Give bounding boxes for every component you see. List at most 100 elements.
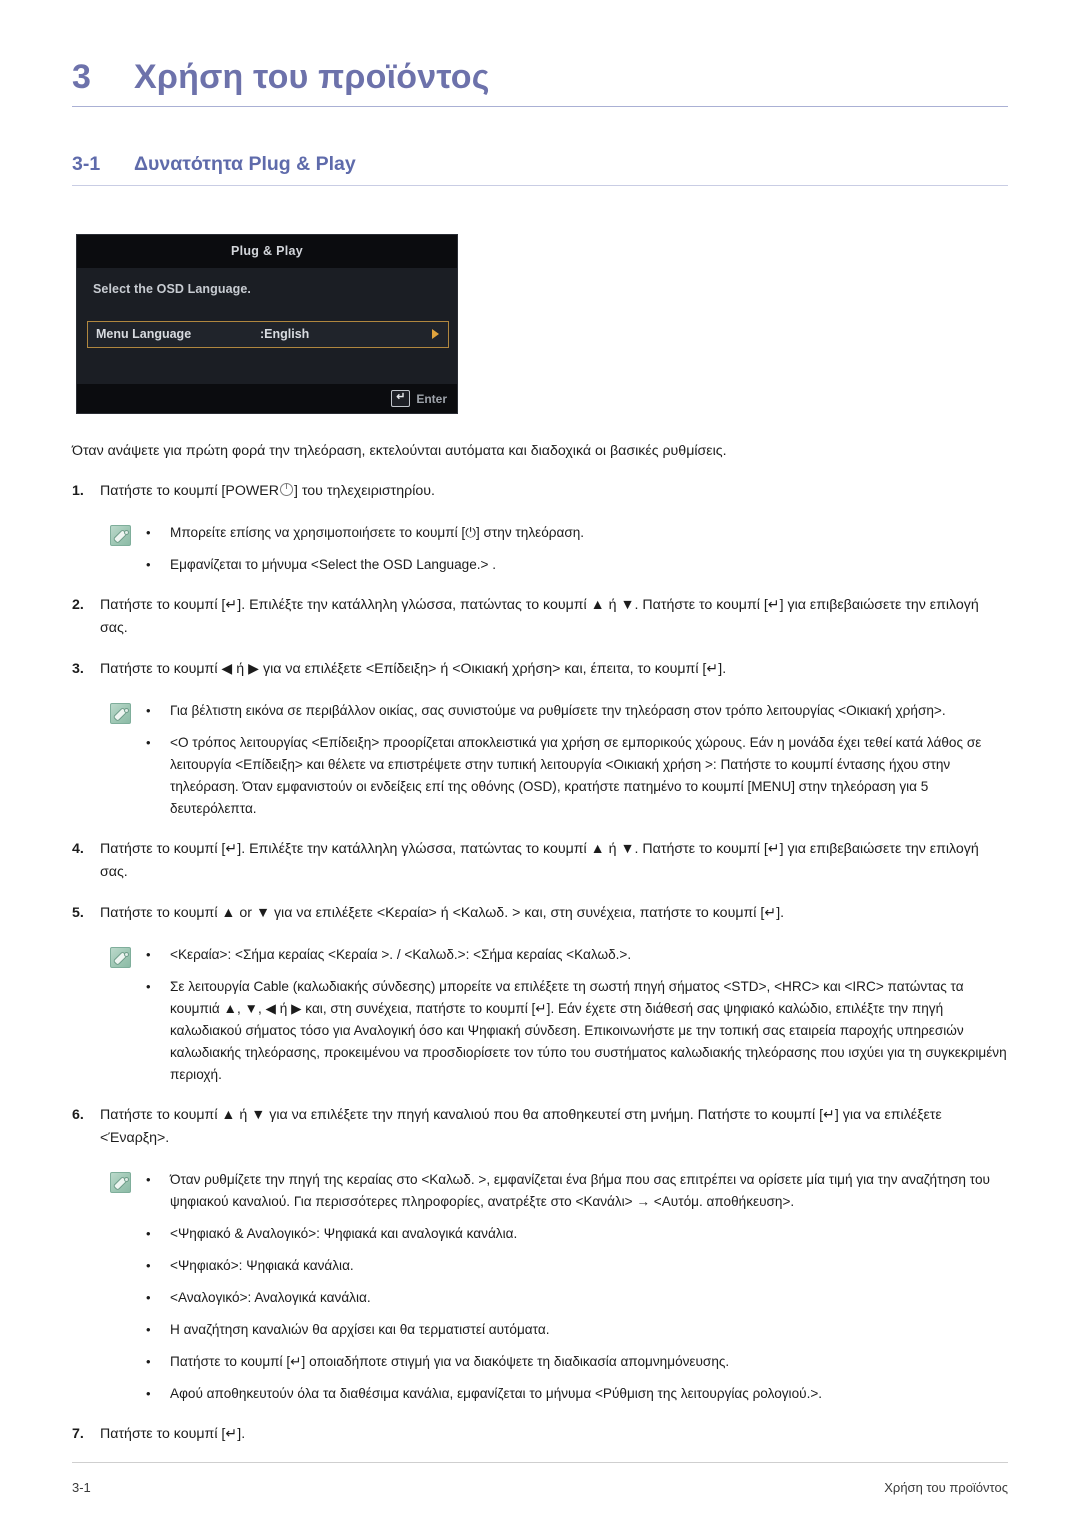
note-pencil-icon <box>110 947 131 969</box>
note-icon-cell <box>110 1169 146 1405</box>
note-text: <Ο τρόπος λειτουργίας <Επίδειξη> προορίζ… <box>170 735 982 817</box>
bullet-glyph: • <box>146 947 151 963</box>
note-text: <Ψηφιακό & Αναλογικό>: Ψηφιακά και αναλο… <box>170 1226 518 1242</box>
enter-key-icon: ↵ <box>391 390 411 407</box>
bullet-glyph: • <box>146 735 151 751</box>
note-pencil-icon <box>110 525 131 546</box>
section-heading: 3-1 Δυνατότητα Plug & Play <box>72 153 1008 176</box>
lead-paragraph: Όταν ανάψετε για πρώτη φορά την τηλεόρασ… <box>72 443 727 459</box>
bullet-glyph: • <box>146 979 151 995</box>
osd-prompt-text: Select the OSD Language. <box>93 282 251 296</box>
step-item: 3. Πατήστε το κουμπί ◀ ή ▶ για να επιλέξ… <box>72 658 1008 681</box>
note-block: • Μπορείτε επίσης να χρησιμοποιήσετε το κ… <box>110 522 1008 576</box>
step-item: 6. Πατήστε το κουμπί ▲ ή ▼ για να επιλέξ… <box>72 1104 1008 1150</box>
note-icon-cell <box>110 700 146 820</box>
note-item: • Μπορείτε επίσης να χρησιμοποιήσετε το κ… <box>146 522 1008 544</box>
note-text: Όταν ρυθμίζετε την πηγή της κεραίας στο … <box>170 1172 990 1210</box>
note-item: • <Κεραία>: <Σήμα κεραίας <Κεραία >. / <Κ… <box>146 944 1008 966</box>
bullet-glyph: • <box>146 1226 151 1242</box>
step-number: 1. <box>72 483 84 499</box>
osd-window: Plug & Play Select the OSD Language. Men… <box>76 234 458 414</box>
step-number: 6. <box>72 1107 84 1124</box>
note-item: • Εμφανίζεται το μήνυμα <Select the OSD L… <box>146 554 1008 576</box>
footer-divider <box>72 1462 1008 1463</box>
step-number: 7. <box>72 1426 84 1443</box>
step-item: 7. Πατήστε το κουμπί [↵]. <box>72 1423 1008 1446</box>
note-item: • Πατήστε το κουμπί [↵] οποιαδήποτε στιγμ… <box>146 1351 1008 1373</box>
note-item: • Αφού αποθηκευτούν όλα τα διαθέσιμα κανά… <box>146 1383 1008 1405</box>
note-item: • <Ψηφιακό & Αναλογικό>: Ψηφιακά και αναλ… <box>146 1223 1008 1245</box>
footer-chapter-name: Χρήση του προϊόντος <box>884 1480 1008 1495</box>
note-item: • Η αναζήτηση καναλιών θα αρχίσει και θα … <box>146 1319 1008 1341</box>
bullet-glyph: • <box>146 557 151 573</box>
osd-enter-label: Enter <box>416 391 447 406</box>
step-item: 4. Πατήστε το κουμπί [↵]. Επιλέξτε την κ… <box>72 838 1008 884</box>
chapter-divider <box>72 106 1008 107</box>
bullet-glyph: • <box>146 1322 151 1338</box>
bullet-glyph: • <box>146 1258 151 1274</box>
step-text: Πατήστε το κουμπί ▲ or ▼ για να επιλέξετ… <box>100 905 785 922</box>
step-text: Πατήστε το κουμπί [↵]. Επιλέξτε την κατά… <box>100 597 979 637</box>
note-item: • Σε λειτουργία Cable (καλωδιακής σύνδεση… <box>146 976 1008 1086</box>
section-title: Δυνατότητα Plug & Play <box>134 153 356 175</box>
step-text: Πατήστε το κουμπί ◀ ή ▶ για να επιλέξετε… <box>100 661 727 678</box>
osd-screenshot-figure: Plug & Play Select the OSD Language. Men… <box>76 234 1008 414</box>
step-item: 1. Πατήστε το κουμπί [POWER ] του τηλεχει… <box>72 480 1008 503</box>
note-pencil-icon <box>110 703 131 725</box>
note-block: • <Κεραία>: <Σήμα κεραίας <Κεραία >. / <Κ… <box>110 944 1008 1086</box>
note-text: Σε λειτουργία Cable (καλωδιακής σύνδεσης… <box>170 979 1007 1083</box>
section-divider <box>72 185 1008 186</box>
note-list: • <Κεραία>: <Σήμα κεραίας <Κεραία >. / <Κ… <box>146 944 1008 1086</box>
step-text: Πατήστε το κουμπί [↵]. Επιλέξτε την κατά… <box>100 841 979 881</box>
bullet-glyph: • <box>146 1290 151 1306</box>
bullet-glyph: • <box>146 525 151 540</box>
note-pencil-icon <box>110 1172 131 1194</box>
chapter-number: 3 <box>72 58 92 96</box>
bullet-glyph: • <box>146 1172 151 1188</box>
power-icon <box>279 482 293 496</box>
osd-title: Plug & Play <box>77 235 457 268</box>
note-icon-cell <box>110 522 146 576</box>
step-text: Πατήστε το κουμπί [POWER ] του τηλεχειρισ… <box>100 480 1008 503</box>
osd-body: Select the OSD Language. Menu Language :… <box>77 268 457 384</box>
chapter-title: Χρήση του προϊόντος <box>134 58 490 96</box>
steps-list: 1. Πατήστε το κουμπί [POWER ] του τηλεχει… <box>72 480 1008 1446</box>
note-item: • <Ψηφιακό>: Ψηφιακά κανάλια. <box>146 1255 1008 1277</box>
step-text: Πατήστε το κουμπί [↵]. <box>100 1426 246 1443</box>
chapter-heading: 3 Χρήση του προϊόντος <box>72 0 1008 97</box>
note-text: <Αναλογικό>: Αναλογικά κανάλια. <box>170 1290 371 1306</box>
bullet-glyph: • <box>146 1386 151 1402</box>
note-block: • Όταν ρυθμίζετε την πηγή της κεραίας στο… <box>110 1169 1008 1405</box>
osd-enter-hint: ↵ Enter <box>391 390 447 407</box>
osd-menu-language-value: :English <box>260 327 310 341</box>
note-block: • Για βέλτιστη εικόνα σε περιβάλλον οικία… <box>110 700 1008 820</box>
note-item: • <Ο τρόπος λειτουργίας <Επίδειξη> προορί… <box>146 732 1008 820</box>
note-icon-cell <box>110 944 146 1086</box>
bullet-glyph: • <box>146 703 151 719</box>
note-text: <Ψηφιακό>: Ψηφιακά κανάλια. <box>170 1258 354 1274</box>
step-number: 3. <box>72 661 84 678</box>
step-item: 2. Πατήστε το κουμπί [↵]. Επιλέξτε την κ… <box>72 594 1008 640</box>
step-number: 4. <box>72 841 84 858</box>
osd-menu-language-row: Menu Language :English <box>87 321 449 348</box>
step-number: 5. <box>72 905 84 922</box>
note-text: Εμφανίζεται το μήνυμα <Select the OSD La… <box>170 557 497 573</box>
step-text-before: Πατήστε το κουμπί [POWER <box>100 483 279 499</box>
page-footer: 3-1 Χρήση του προϊόντος <box>72 1480 1008 1495</box>
step-text: Πατήστε το κουμπί ▲ ή ▼ για να επιλέξετε… <box>100 1107 942 1147</box>
note-text: Αφού αποθηκευτούν όλα τα διαθέσιμα κανάλ… <box>170 1386 823 1402</box>
step-number: 2. <box>72 597 84 614</box>
document-page: 3 Χρήση του προϊόντος 3-1 Δυνατότητα Plu… <box>0 0 1080 1527</box>
step-text-after: ] του τηλεχειριστηρίου. <box>293 483 435 499</box>
note-text: Πατήστε το κουμπί [↵] οποιαδήποτε στιγμή… <box>170 1354 730 1370</box>
bullet-glyph: • <box>146 1354 151 1370</box>
note-text: Η αναζήτηση καναλιών θα αρχίσει και θα τ… <box>170 1322 550 1338</box>
note-item: • Για βέλτιστη εικόνα σε περιβάλλον οικία… <box>146 700 1008 722</box>
note-list: • Για βέλτιστη εικόνα σε περιβάλλον οικία… <box>146 700 1008 820</box>
note-item: • Όταν ρυθμίζετε την πηγή της κεραίας στο… <box>146 1169 1008 1213</box>
note-item: • <Αναλογικό>: Αναλογικά κανάλια. <box>146 1287 1008 1309</box>
note-text: <Κεραία>: <Σήμα κεραίας <Κεραία >. / <Κα… <box>170 947 632 963</box>
osd-menu-language-label: Menu Language <box>96 327 192 341</box>
note-text: Μπορείτε επίσης να χρησιμοποιήσετε το κο… <box>170 525 585 540</box>
note-list: • Μπορείτε επίσης να χρησιμοποιήσετε το κ… <box>146 522 1008 576</box>
